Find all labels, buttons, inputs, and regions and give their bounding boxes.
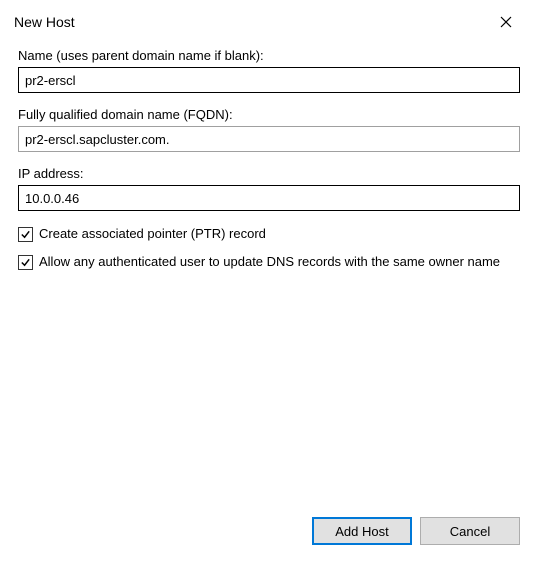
- allow-update-checkbox-label: Allow any authenticated user to update D…: [39, 253, 500, 271]
- dialog-footer: Add Host Cancel: [312, 517, 520, 545]
- field-ip: IP address:: [18, 166, 520, 211]
- ptr-checkbox[interactable]: [18, 227, 33, 242]
- ip-input[interactable]: [18, 185, 520, 211]
- dialog-title: New Host: [14, 14, 75, 30]
- checkmark-icon: [20, 257, 31, 268]
- field-fqdn: Fully qualified domain name (FQDN): pr2-…: [18, 107, 520, 152]
- name-label: Name (uses parent domain name if blank):: [18, 48, 520, 63]
- ptr-checkbox-row: Create associated pointer (PTR) record: [18, 225, 520, 243]
- dialog-content: Name (uses parent domain name if blank):…: [0, 36, 538, 270]
- allow-update-checkbox[interactable]: [18, 255, 33, 270]
- fqdn-display: pr2-erscl.sapcluster.com.: [18, 126, 520, 152]
- close-button[interactable]: [486, 8, 526, 36]
- checkmark-icon: [20, 229, 31, 240]
- allow-update-checkbox-row: Allow any authenticated user to update D…: [18, 253, 520, 271]
- field-name: Name (uses parent domain name if blank):: [18, 48, 520, 93]
- ip-label: IP address:: [18, 166, 520, 181]
- add-host-button[interactable]: Add Host: [312, 517, 412, 545]
- close-icon: [500, 16, 512, 28]
- titlebar: New Host: [0, 0, 538, 36]
- ptr-checkbox-label: Create associated pointer (PTR) record: [39, 225, 266, 243]
- fqdn-label: Fully qualified domain name (FQDN):: [18, 107, 520, 122]
- cancel-button[interactable]: Cancel: [420, 517, 520, 545]
- name-input[interactable]: [18, 67, 520, 93]
